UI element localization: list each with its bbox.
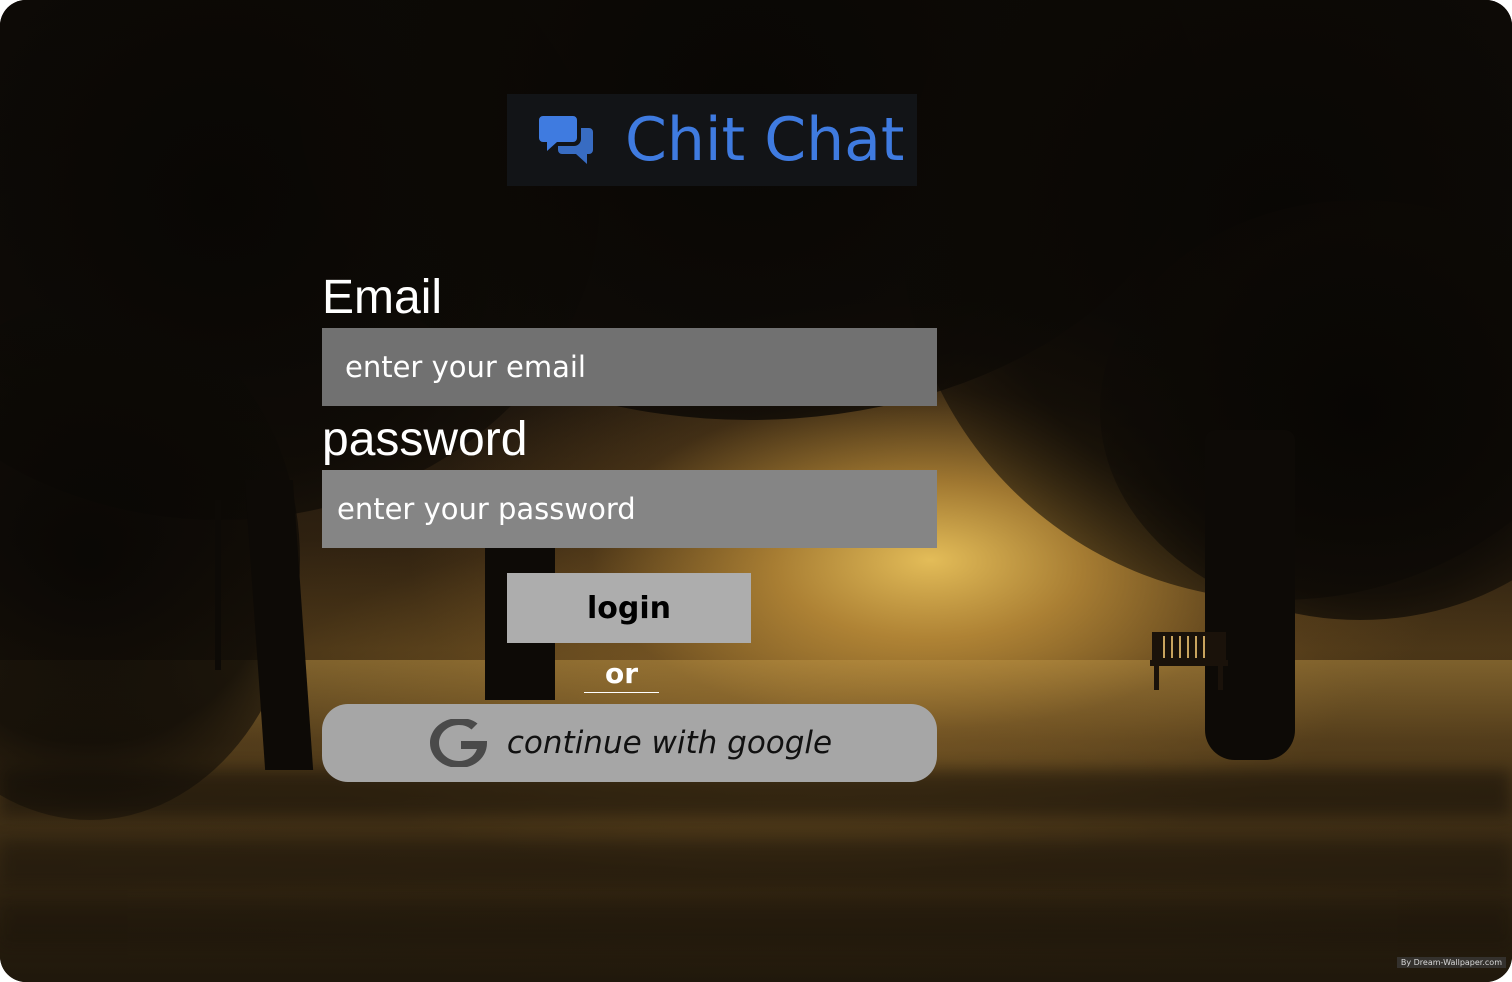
- password-input[interactable]: [322, 470, 937, 548]
- google-signin-label: continue with google: [506, 725, 833, 761]
- email-label: Email: [322, 271, 443, 324]
- login-button[interactable]: login: [507, 573, 751, 643]
- password-label: password: [322, 413, 528, 466]
- or-divider: or: [584, 656, 659, 693]
- background-watermark: By Dream-Wallpaper.com: [1396, 957, 1506, 968]
- app-name: Chit Chat: [625, 105, 905, 175]
- google-signin-button[interactable]: continue with google: [322, 704, 937, 782]
- login-page: By Dream-Wallpaper.com Chit Chat Email p…: [0, 0, 1512, 982]
- app-logo: Chit Chat: [507, 94, 917, 186]
- google-g-icon: [429, 719, 487, 767]
- chat-bubbles-icon: [539, 116, 593, 164]
- email-input[interactable]: [322, 328, 937, 406]
- park-bench: [1150, 632, 1228, 690]
